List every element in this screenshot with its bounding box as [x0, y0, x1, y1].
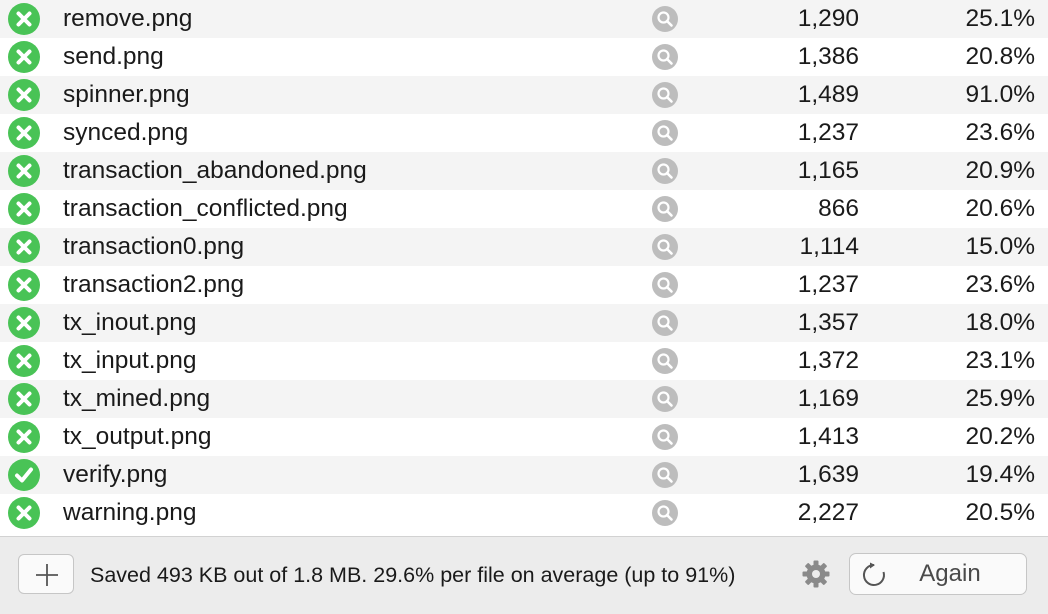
file-size: 2,227	[797, 499, 859, 526]
plus-icon	[36, 564, 58, 586]
savings-percent: 15.0%	[965, 233, 1035, 260]
file-row[interactable]: spinner.png 1,489 91.0%	[0, 76, 1048, 114]
file-name: remove.png	[63, 5, 193, 32]
file-list: remove.png 1,290 25.1% send.png 1,386 20.8% sp…	[0, 0, 1048, 536]
magnifier-icon[interactable]	[652, 500, 678, 526]
savings-percent: 25.9%	[965, 385, 1035, 412]
file-name: transaction_abandoned.png	[63, 157, 367, 184]
file-size: 1,357	[797, 309, 859, 336]
magnifier-icon[interactable]	[652, 310, 678, 336]
savings-summary: Saved 493 KB out of 1.8 MB. 29.6% per fi…	[90, 563, 736, 587]
file-row[interactable]: tx_inout.png 1,357 18.0%	[0, 304, 1048, 342]
x-circle-icon	[8, 421, 40, 453]
magnifier-icon[interactable]	[652, 462, 678, 488]
magnifier-icon[interactable]	[652, 6, 678, 32]
file-size: 1,639	[797, 461, 859, 488]
magnifier-icon[interactable]	[652, 82, 678, 108]
savings-percent: 20.5%	[965, 499, 1035, 526]
savings-percent: 23.6%	[965, 271, 1035, 298]
again-button[interactable]: Again	[849, 553, 1027, 595]
file-size: 1,237	[797, 119, 859, 146]
file-size: 1,290	[797, 5, 859, 32]
file-size: 866	[818, 195, 859, 222]
savings-percent: 20.6%	[965, 195, 1035, 222]
file-size: 1,386	[797, 43, 859, 70]
x-circle-icon	[8, 3, 40, 35]
x-circle-icon	[8, 497, 40, 529]
savings-percent: 25.1%	[965, 5, 1035, 32]
savings-percent: 23.6%	[965, 119, 1035, 146]
magnifier-icon[interactable]	[652, 196, 678, 222]
checkmark-circle-icon	[8, 459, 40, 491]
magnifier-icon[interactable]	[652, 348, 678, 374]
magnifier-icon[interactable]	[652, 44, 678, 70]
file-row[interactable]: synced.png 1,237 23.6%	[0, 114, 1048, 152]
file-row[interactable]: transaction_abandoned.png 1,165 20.9%	[0, 152, 1048, 190]
file-size: 1,114	[799, 233, 860, 260]
file-size: 1,489	[797, 81, 859, 108]
x-circle-icon	[8, 155, 40, 187]
file-size: 1,237	[797, 271, 859, 298]
x-circle-icon	[8, 345, 40, 377]
x-circle-icon	[8, 117, 40, 149]
savings-percent: 20.9%	[965, 157, 1035, 184]
file-name: tx_output.png	[63, 423, 212, 450]
file-name: send.png	[63, 43, 164, 70]
savings-percent: 20.2%	[965, 423, 1035, 450]
file-size: 1,169	[797, 385, 859, 412]
magnifier-icon[interactable]	[652, 386, 678, 412]
x-circle-icon	[8, 41, 40, 73]
x-circle-icon	[8, 307, 40, 339]
file-row[interactable]: send.png 1,386 20.8%	[0, 38, 1048, 76]
file-row[interactable]: tx_mined.png 1,169 25.9%	[0, 380, 1048, 418]
x-circle-icon	[8, 269, 40, 301]
add-file-button[interactable]	[18, 554, 74, 594]
magnifier-icon[interactable]	[652, 158, 678, 184]
magnifier-icon[interactable]	[652, 272, 678, 298]
file-name: tx_input.png	[63, 347, 197, 374]
file-name: tx_mined.png	[63, 385, 211, 412]
file-size: 1,413	[797, 423, 859, 450]
file-name: transaction2.png	[63, 271, 245, 298]
x-circle-icon	[8, 193, 40, 225]
gear-icon[interactable]	[801, 559, 831, 589]
savings-percent: 19.4%	[965, 461, 1035, 488]
file-name: synced.png	[63, 119, 189, 146]
file-row[interactable]: transaction0.png 1,114 15.0%	[0, 228, 1048, 266]
file-row[interactable]: tx_output.png 1,413 20.2%	[0, 418, 1048, 456]
file-row[interactable]: remove.png 1,290 25.1%	[0, 0, 1048, 38]
file-name: tx_inout.png	[63, 309, 197, 336]
file-name: spinner.png	[63, 81, 190, 108]
file-size: 1,165	[797, 157, 859, 184]
savings-percent: 23.1%	[965, 347, 1035, 374]
x-circle-icon	[8, 79, 40, 111]
savings-percent: 20.8%	[965, 43, 1035, 70]
file-name: transaction_conflicted.png	[63, 195, 348, 222]
footer-toolbar: Saved 493 KB out of 1.8 MB. 29.6% per fi…	[0, 536, 1048, 614]
file-name: warning.png	[63, 499, 197, 526]
file-row[interactable]: transaction2.png 1,237 23.6%	[0, 266, 1048, 304]
savings-percent: 91.0%	[965, 81, 1035, 108]
file-row[interactable]: tx_input.png 1,372 23.1%	[0, 342, 1048, 380]
x-circle-icon	[8, 231, 40, 263]
magnifier-icon[interactable]	[652, 120, 678, 146]
file-name: verify.png	[63, 461, 168, 488]
file-row[interactable]: transaction_conflicted.png 866 20.6%	[0, 190, 1048, 228]
magnifier-icon[interactable]	[652, 424, 678, 450]
file-row[interactable]: warning.png 2,227 20.5%	[0, 494, 1048, 532]
x-circle-icon	[8, 383, 40, 415]
file-name: transaction0.png	[63, 233, 245, 260]
again-label: Again	[919, 560, 981, 587]
savings-percent: 18.0%	[965, 309, 1035, 336]
file-size: 1,372	[797, 347, 859, 374]
file-row[interactable]: verify.png 1,639 19.4%	[0, 456, 1048, 494]
magnifier-icon[interactable]	[652, 234, 678, 260]
